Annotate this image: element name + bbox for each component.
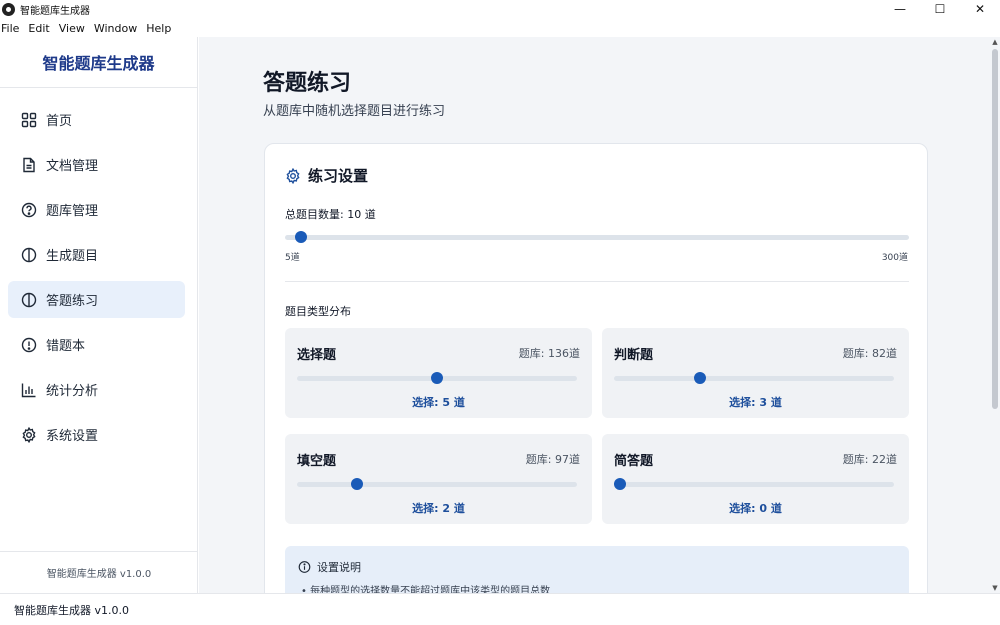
window-controls: — ☐ ✕ [880,0,1000,18]
type-bank-count: 题库: 97道 [525,453,580,466]
sidebar-item-settings[interactable]: 系统设置 [8,416,185,453]
sidebar-item-label: 题库管理 [46,204,99,219]
maximize-button[interactable]: ☐ [920,0,960,18]
type-slider-judge[interactable] [614,372,894,384]
scroll-up-arrow-icon[interactable]: ▲ [990,37,1000,47]
total-count-slider[interactable] [285,231,909,243]
slider-track[interactable] [614,376,894,381]
type-selected-count: 选择: 0 道 [729,502,782,515]
sidebar-item-label: 首页 [46,114,73,129]
sidebar-item-label: 统计分析 [46,384,99,399]
type-bank-count: 题库: 82道 [842,347,897,360]
type-bank-count: 题库: 136道 [518,347,580,360]
sidebar-item-label: 文档管理 [46,159,99,174]
scroll-thumb[interactable] [992,49,998,409]
slider-thumb[interactable] [350,478,363,490]
sidebar-nav: 首页 文档管理 题库管理 生成题目 答题练习 错题本 统计分析 系统设置 [0,88,197,453]
sidebar-item-generate[interactable]: 生成题目 [8,236,185,273]
card-title: 练习设置 [308,167,369,185]
slider-thumb[interactable] [295,231,308,243]
slider-track[interactable] [614,482,894,487]
sidebar-version: 智能题库生成器 v1.0.0 [0,551,198,593]
menu-file[interactable]: File [1,22,19,35]
slider-min-label: 5道 [285,253,300,263]
note-title: 设置说明 [317,561,361,574]
slider-thumb[interactable] [694,372,707,384]
slider-track[interactable] [297,482,577,487]
minimize-button[interactable]: — [880,0,920,18]
sidebar: 智能题库生成器 首页 文档管理 题库管理 生成题目 答题练习 错题本 统计分析 … [0,37,198,593]
sidebar-item-label: 错题本 [46,339,86,354]
grid-icon [21,112,37,128]
menu-edit[interactable]: Edit [28,22,49,35]
sidebar-item-stats[interactable]: 统计分析 [8,371,185,408]
note-item: • 每种题型的选择数量不能超过题库中该类型的题目总数 [301,586,551,593]
type-selected-count: 选择: 5 道 [412,396,465,409]
type-name: 选择题 [297,348,337,363]
document-icon [21,157,37,173]
type-name: 简答题 [614,454,654,469]
sidebar-item-documents[interactable]: 文档管理 [8,146,185,183]
slider-thumb[interactable] [614,478,626,490]
distribution-label: 题目类型分布 [285,305,351,318]
question-icon [21,202,37,218]
sidebar-item-label: 答题练习 [46,294,99,309]
slider-thumb[interactable] [431,372,443,384]
window-title: 智能题库生成器 [20,5,90,17]
scrollbar[interactable]: ▲ ▼ [990,37,1000,593]
settings-note: 设置说明 • 每种题型的选择数量不能超过题库中该类型的题目总数 [285,546,909,593]
note-header: 设置说明 [298,559,361,575]
gear-icon [285,167,301,184]
sidebar-item-home[interactable]: 首页 [8,101,185,138]
menu-bar: File Edit View Window Help [0,19,180,37]
sidebar-item-label: 生成题目 [46,249,99,264]
type-box-choice: 选择题 题库: 136道 选择: 5 道 [285,328,592,418]
leaf-icon [21,292,37,308]
type-selected-count: 选择: 3 道 [729,396,782,409]
title-bar: 智能题库生成器 — ☐ ✕ [0,0,1000,18]
sidebar-item-practice[interactable]: 答题练习 [8,281,185,318]
type-bank-count: 题库: 22道 [842,453,897,466]
type-slider-fill[interactable] [297,478,577,490]
status-text: 智能题库生成器 v1.0.0 [14,603,129,617]
type-selected-count: 选择: 2 道 [412,502,465,515]
card-header: 练习设置 [285,165,368,186]
type-slider-choice[interactable] [297,372,577,384]
bar-chart-icon [21,382,37,398]
page-subtitle: 从题库中随机选择题目进行练习 [263,104,446,119]
status-bar: 智能题库生成器 v1.0.0 [0,593,1000,625]
type-box-fill: 填空题 题库: 97道 选择: 2 道 [285,434,592,524]
sidebar-item-bank[interactable]: 题库管理 [8,191,185,228]
practice-settings-card: 练习设置 总题目数量: 10 道 5道 300道 题目类型分布 选择题 题库: … [264,143,928,593]
close-button[interactable]: ✕ [960,0,1000,18]
type-slider-short-answer[interactable] [614,478,894,490]
gear-icon [21,426,37,443]
type-box-short-answer: 简答题 题库: 22道 选择: 0 道 [602,434,909,524]
menu-help[interactable]: Help [146,22,171,35]
scroll-down-arrow-icon[interactable]: ▼ [990,583,1000,593]
slider-max-label: 300道 [881,253,908,263]
slider-track[interactable] [285,235,909,240]
main-content: 答题练习 从题库中随机选择题目进行练习 练习设置 总题目数量: 10 道 5道 … [199,37,990,593]
info-icon [298,561,311,574]
type-box-judge: 判断题 题库: 82道 选择: 3 道 [602,328,909,418]
leaf-icon [21,247,37,263]
sidebar-item-label: 系统设置 [46,429,99,444]
total-count-label: 总题目数量: 10 道 [285,208,376,221]
app-icon [2,2,15,16]
alert-icon [21,337,37,353]
sidebar-item-mistakes[interactable]: 错题本 [8,326,185,363]
page-title: 答题练习 [263,71,352,96]
menu-window[interactable]: Window [94,22,137,35]
type-name: 判断题 [614,348,654,363]
divider [285,281,909,282]
sidebar-brand: 智能题库生成器 [0,37,197,88]
menu-view[interactable]: View [59,22,85,35]
type-name: 填空题 [297,454,337,469]
